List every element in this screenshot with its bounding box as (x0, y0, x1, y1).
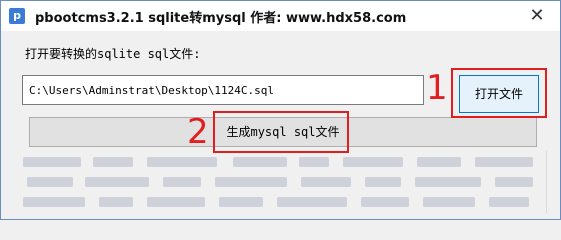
obscured-text (277, 197, 347, 207)
obscured-text (495, 177, 533, 187)
obscured-text (423, 197, 475, 207)
obscured-text (415, 177, 481, 187)
obscured-text (93, 157, 133, 167)
annotation-marker-1: 1 (426, 68, 448, 108)
file-prompt-label: 打开要转换的sqlite sql文件: (25, 47, 201, 61)
obscured-text (299, 157, 329, 167)
obscured-text (23, 157, 81, 167)
obscured-output-area (23, 155, 535, 213)
obscured-text (27, 177, 73, 187)
main-window: p pbootcms3.2.1 sqlite转mysql 作者: www.hdx… (0, 0, 561, 220)
obscured-text (301, 177, 351, 187)
obscured-text (417, 157, 461, 167)
title-bar[interactable]: p pbootcms3.2.1 sqlite转mysql 作者: www.hdx… (1, 1, 560, 31)
obscured-text (219, 197, 263, 207)
obscured-text (147, 157, 217, 167)
obscured-text (163, 177, 201, 187)
app-icon: p (9, 8, 25, 24)
obscured-text (23, 197, 85, 207)
output-scrollbar[interactable] (546, 151, 555, 213)
window-title: pbootcms3.2.1 sqlite转mysql 作者: www.hdx58… (35, 11, 407, 26)
obscured-text (361, 197, 409, 207)
obscured-text (85, 177, 149, 187)
obscured-text (147, 197, 205, 207)
annotation-marker-2: 2 (187, 112, 209, 152)
generate-button-label: 生成mysql sql文件 (226, 125, 340, 139)
obscured-text (233, 157, 287, 167)
obscured-text (343, 157, 403, 167)
obscured-text (365, 177, 401, 187)
close-icon[interactable]: ✕ (514, 1, 560, 31)
obscured-text (475, 157, 533, 167)
generate-mysql-button[interactable]: 生成mysql sql文件 (29, 117, 537, 147)
file-path-input[interactable] (22, 75, 424, 105)
obscured-text (489, 197, 529, 207)
open-file-button[interactable]: 打开文件 (459, 75, 539, 113)
obscured-text (99, 197, 133, 207)
obscured-text (215, 177, 287, 187)
